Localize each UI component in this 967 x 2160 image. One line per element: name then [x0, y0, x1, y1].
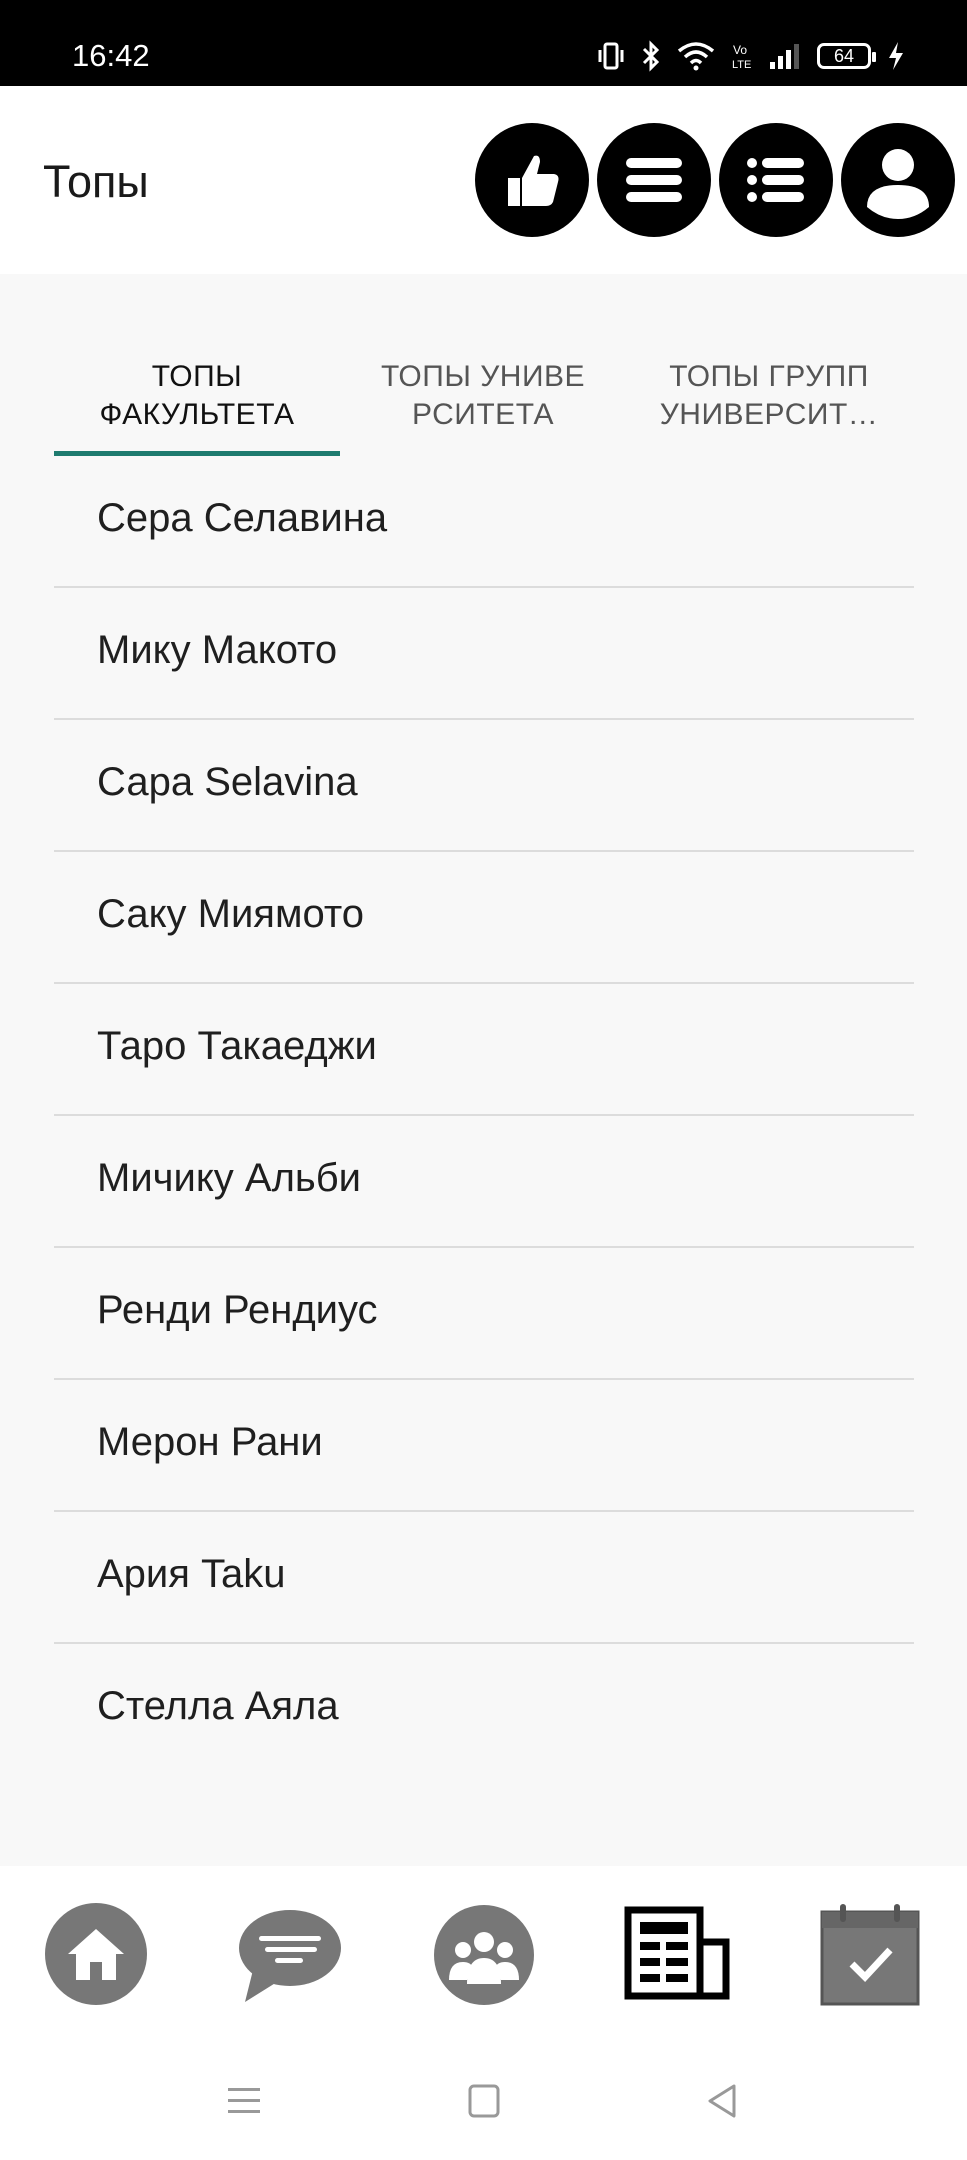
calendar-check-icon — [820, 1904, 920, 2006]
app-header: Топы — [0, 86, 967, 274]
tab-label-line: ФАКУЛЬТЕТА — [99, 398, 295, 431]
nav-chat-button[interactable] — [237, 1906, 343, 2006]
recents-button[interactable] — [224, 2081, 264, 2126]
list-item[interactable]: Саку Миямото — [54, 852, 914, 984]
vibrate-icon — [598, 42, 624, 70]
list-item[interactable]: Ренди Рендиус — [54, 1248, 914, 1380]
list-item[interactable]: Мичику Альби — [54, 1116, 914, 1248]
tabs: ТОПЫ ФАКУЛЬТЕТА ТОПЫ УНИВЕ РСИТЕТА ТОПЫ … — [54, 356, 914, 456]
list-item[interactable]: Ария Taku — [54, 1512, 914, 1644]
tab-label-line: РСИТЕТА — [411, 398, 555, 431]
nav-news-button[interactable] — [624, 1906, 730, 2000]
list-icon — [747, 158, 804, 202]
chat-icon — [239, 1910, 341, 2002]
nav-calendar-button[interactable] — [820, 1902, 920, 2006]
battery-level: 64 — [833, 45, 855, 66]
list-item-name: Саку Миямото — [97, 892, 364, 936]
signal-icon — [770, 44, 799, 69]
tops-list: Сера Селавина Мику Макото Сара Selavina … — [54, 456, 914, 1774]
list-item-name: Ренди Рендиус — [97, 1288, 378, 1332]
tab-label-line: ТОПЫ ГРУПП — [669, 360, 869, 393]
list-item[interactable]: Мерон Рани — [54, 1380, 914, 1512]
tab-university-group-tops[interactable]: ТОПЫ ГРУПП УНИВЕРСИТ… — [626, 356, 912, 456]
tab-label-line: ТОПЫ УНИВЕ — [380, 360, 586, 393]
bluetooth-icon — [642, 40, 660, 72]
list-item-name: Сара Selavina — [97, 760, 358, 804]
groups-icon — [434, 1905, 534, 2005]
list-item[interactable]: Сера Селавина — [54, 456, 914, 588]
back-button[interactable] — [702, 2081, 742, 2126]
system-navigation — [0, 2036, 967, 2160]
list-item[interactable]: Таро Такаеджи — [54, 984, 914, 1116]
profile-button[interactable] — [841, 123, 955, 237]
home-square-button[interactable] — [464, 2081, 504, 2126]
list-item-name: Мику Макото — [97, 628, 338, 672]
back-icon — [708, 2084, 736, 2118]
volte-icon: Vo LTE — [732, 43, 751, 71]
list-item-name: Таро Такаеджи — [97, 1024, 377, 1068]
list-item[interactable]: Сара Selavina — [54, 720, 914, 852]
tab-faculty-tops[interactable]: ТОПЫ ФАКУЛЬТЕТА — [54, 356, 340, 456]
home-icon — [45, 1903, 147, 2005]
status-time: 16:42 — [72, 38, 150, 73]
list-item[interactable]: Мику Макото — [54, 588, 914, 720]
charging-icon — [889, 42, 903, 70]
news-icon — [624, 1906, 730, 2000]
status-bar: 16:42 Vo LTE 64 — [0, 0, 967, 86]
thumbs-up-icon — [508, 155, 559, 206]
list-item-name: Сера Селавина — [97, 496, 388, 540]
tab-label-line: ТОПЫ — [151, 360, 243, 393]
wifi-icon — [677, 42, 715, 71]
list-item-name: Мичику Альби — [97, 1156, 362, 1200]
menu-button[interactable] — [597, 123, 711, 237]
tab-university-tops[interactable]: ТОПЫ УНИВЕ РСИТЕТА — [340, 356, 626, 456]
menu-icon — [626, 158, 682, 202]
bottom-navigation — [0, 1866, 967, 2036]
svg-text:Vo: Vo — [733, 43, 747, 57]
thumbs-up-button[interactable] — [475, 123, 589, 237]
svg-text:LTE: LTE — [732, 59, 751, 71]
nav-groups-button[interactable] — [433, 1904, 535, 2006]
list-button[interactable] — [719, 123, 833, 237]
list-item-name: Стелла Аяла — [97, 1684, 339, 1728]
tab-label-line: УНИВЕРСИТ… — [659, 398, 879, 431]
home-square-icon — [468, 2084, 500, 2118]
status-icons: Vo LTE 64 — [597, 36, 905, 76]
page-title: Топы — [43, 156, 149, 207]
list-item-name: Мерон Рани — [97, 1420, 323, 1464]
profile-icon — [867, 149, 929, 219]
battery-icon: 64 — [817, 43, 876, 69]
list-item-name: Ария Taku — [97, 1552, 286, 1596]
recents-icon — [228, 2088, 260, 2113]
list-item[interactable]: Стелла Аяла — [54, 1644, 914, 1774]
nav-home-button[interactable] — [44, 1902, 148, 2006]
